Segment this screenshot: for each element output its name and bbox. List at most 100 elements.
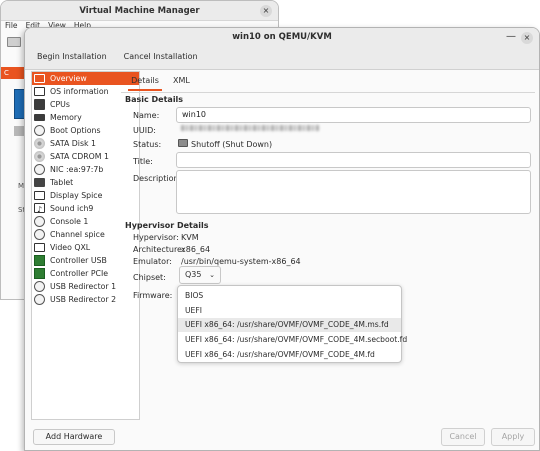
tablet-icon (34, 178, 45, 187)
sidebar-item-controller-usb[interactable]: Controller USB (32, 254, 139, 267)
sidebar-item-label: Boot Options (50, 126, 101, 135)
sidebar-item-display-spice[interactable]: Display Spice (32, 189, 139, 202)
sidebar-item-sound-ich9[interactable]: ♪ Sound ich9 (32, 202, 139, 215)
chipset-value: Q35 (185, 270, 202, 279)
sidebar-item-boot-options[interactable]: Boot Options (32, 124, 139, 137)
sidebar-item-label: Channel spice (50, 230, 105, 239)
title-label: Title: (133, 157, 153, 166)
sidebar-item-label: NIC :ea:97:7b (50, 165, 104, 174)
tabs-divider (121, 92, 535, 93)
basic-details-heading: Basic Details (125, 95, 184, 104)
display-icon (34, 191, 45, 200)
firmware-option-uefi-4m[interactable]: UEFI x86_64: /usr/share/OVMF/OVMF_CODE_4… (178, 348, 401, 362)
sidebar-item-tablet[interactable]: Tablet (32, 176, 139, 189)
console-icon (34, 216, 45, 227)
sidebar-item-console-1[interactable]: Console 1 (32, 215, 139, 228)
sidebar-item-controller-pcie[interactable]: Controller PCIe (32, 267, 139, 280)
network-icon (34, 164, 45, 175)
add-hardware-button[interactable]: Add Hardware (33, 429, 115, 445)
sidebar-item-label: Overview (50, 74, 87, 83)
cancel-button[interactable]: Cancel (441, 428, 485, 446)
video-icon (34, 243, 45, 252)
architecture-value: x86_64 (181, 245, 211, 254)
dialog-menubar: Begin Installation Cancel Installation (37, 52, 215, 61)
hardware-sidebar: Overview OS information CPUs Memory Boot… (31, 71, 140, 420)
firmware-dropdown: BIOS UEFI UEFI x86_64: /usr/share/OVMF/O… (177, 285, 407, 363)
dialog-title: win10 on QEMU/KVM (232, 32, 332, 42)
minimize-icon[interactable]: — (505, 32, 517, 44)
background-selected-row[interactable]: C (1, 67, 26, 79)
status-value: Shutoff (Shut Down) (191, 140, 273, 149)
sidebar-item-sata-cdrom-1[interactable]: SATA CDROM 1 (32, 150, 139, 163)
new-vm-icon[interactable] (7, 37, 21, 47)
sidebar-item-label: Tablet (50, 178, 74, 187)
emulator-label: Emulator: (133, 257, 172, 266)
status-shutoff-icon (178, 139, 188, 147)
architecture-label: Architecture: (133, 245, 185, 254)
close-icon[interactable]: × (521, 32, 533, 44)
sidebar-item-label: Sound ich9 (50, 204, 94, 213)
chevron-down-icon: ⌄ (209, 271, 215, 279)
sidebar-item-label: SATA CDROM 1 (50, 152, 109, 161)
vm-details-dialog: win10 on QEMU/KVM — × Begin Installation… (24, 27, 540, 451)
name-label: Name: (133, 111, 160, 120)
emulator-value: /usr/bin/qemu-system-x86_64 (181, 257, 301, 266)
title-field[interactable] (176, 152, 531, 168)
info-icon (34, 87, 45, 96)
sidebar-item-video-qxl[interactable]: Video QXL (32, 241, 139, 254)
description-label: Description: (133, 174, 182, 183)
firmware-label: Firmware: (133, 291, 173, 300)
sidebar-item-label: Display Spice (50, 191, 103, 200)
memory-icon (34, 114, 45, 121)
sidebar-item-sata-disk-1[interactable]: SATA Disk 1 (32, 137, 139, 150)
usb-icon (34, 294, 45, 305)
sound-icon: ♪ (34, 203, 45, 214)
sidebar-item-label: Controller USB (50, 256, 107, 265)
status-label: Status: (133, 140, 162, 149)
sidebar-item-label: SATA Disk 1 (50, 139, 96, 148)
menu-file[interactable]: File (5, 21, 18, 30)
name-field[interactable]: win10 (176, 107, 531, 123)
cpu-icon (34, 99, 45, 110)
sidebar-item-channel-spice[interactable]: Channel spice (32, 228, 139, 241)
cancel-installation-button[interactable]: Cancel Installation (124, 52, 198, 61)
begin-installation-button[interactable]: Begin Installation (37, 52, 107, 61)
disk-icon (34, 138, 45, 149)
firmware-option-uefi[interactable]: UEFI (178, 304, 401, 318)
monitor-icon (34, 74, 45, 83)
firmware-option-bios[interactable]: BIOS (178, 289, 401, 303)
apply-button[interactable]: Apply (491, 428, 535, 446)
sidebar-item-memory[interactable]: Memory (32, 111, 139, 124)
sidebar-item-label: USB Redirector 1 (50, 282, 117, 291)
sidebar-item-label: OS information (50, 87, 109, 96)
firmware-option-uefi-ms[interactable]: UEFI x86_64: /usr/share/OVMF/OVMF_CODE_4… (178, 318, 401, 332)
sidebar-item-label: Memory (50, 113, 82, 122)
sidebar-item-cpus[interactable]: CPUs (32, 98, 139, 111)
usb-icon (34, 281, 45, 292)
sidebar-item-label: Console 1 (50, 217, 89, 226)
uuid-value (181, 125, 319, 131)
cdrom-icon (34, 151, 45, 162)
sidebar-item-overview[interactable]: Overview (32, 72, 139, 85)
sidebar-item-nic[interactable]: NIC :ea:97:7b (32, 163, 139, 176)
hypervisor-details-heading: Hypervisor Details (125, 221, 209, 230)
sidebar-item-label: CPUs (50, 100, 70, 109)
sidebar-item-usb-redirector-1[interactable]: USB Redirector 1 (32, 280, 139, 293)
background-close-icon[interactable]: × (260, 5, 272, 17)
controller-icon (34, 268, 45, 279)
firmware-option-uefi-secboot[interactable]: UEFI x86_64: /usr/share/OVMF/OVMF_CODE_4… (178, 333, 407, 347)
tab-xml[interactable]: XML (173, 76, 190, 85)
hypervisor-label: Hypervisor: (133, 233, 179, 242)
chipset-label: Chipset: (133, 273, 166, 282)
hypervisor-value: KVM (181, 233, 199, 242)
sidebar-item-label: USB Redirector 2 (50, 295, 117, 304)
sidebar-item-label: Controller PCIe (50, 269, 109, 278)
sidebar-item-label: Video QXL (50, 243, 91, 252)
tab-details[interactable]: Details (128, 76, 162, 91)
sidebar-item-usb-redirector-2[interactable]: USB Redirector 2 (32, 293, 139, 306)
channel-icon (34, 229, 45, 240)
chipset-combo[interactable]: Q35 ⌄ (179, 266, 221, 284)
gear-icon (34, 125, 45, 136)
description-field[interactable] (176, 170, 531, 214)
uuid-label: UUID: (133, 126, 156, 135)
